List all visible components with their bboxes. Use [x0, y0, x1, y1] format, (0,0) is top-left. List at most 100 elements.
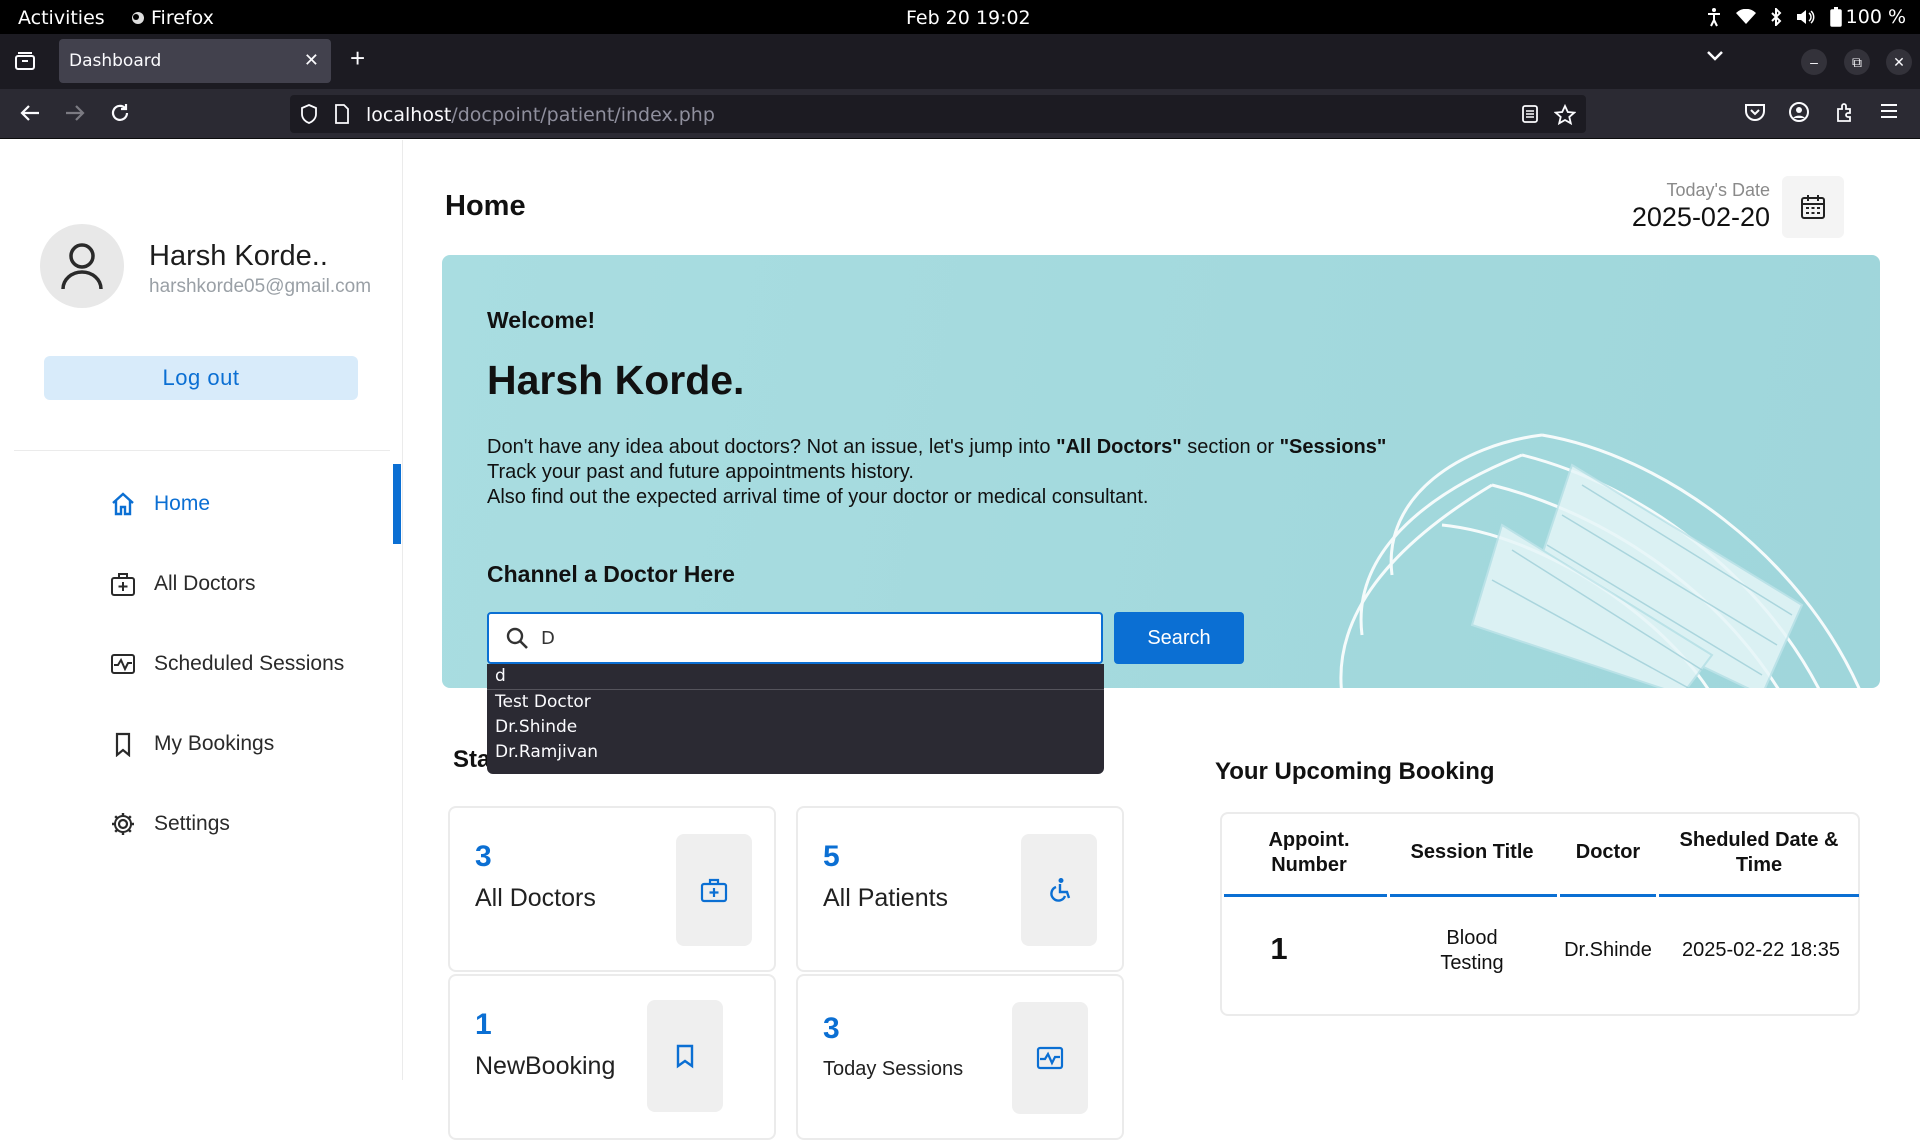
date-label: Today's Date [1666, 180, 1771, 200]
header-underline [1560, 894, 1656, 897]
sidebar-item-scheduled-sessions[interactable]: Scheduled Sessions [110, 649, 344, 679]
suggestion-item[interactable]: Dr.Shinde [487, 715, 1104, 740]
tab-dashboard[interactable]: Dashboard ✕ [59, 39, 331, 83]
stat-icon-box [1021, 834, 1097, 946]
sidebar-item-home[interactable]: Home [110, 489, 210, 519]
restore-button[interactable]: ⧉ [1844, 49, 1870, 75]
stat-value: 5 [823, 840, 840, 873]
sidebar-item-settings[interactable]: Settings [110, 809, 230, 839]
web-page: Harsh Korde.. harshkorde05@gmail.com Log… [0, 140, 1920, 1140]
sidebar-item-my-bookings[interactable]: My Bookings [110, 729, 274, 759]
search-icon [506, 627, 528, 649]
divider [14, 450, 390, 451]
app-menu[interactable]: Firefox [131, 7, 214, 29]
menu-icon[interactable] [1879, 101, 1899, 121]
firefox-view-icon[interactable] [14, 52, 36, 70]
wheelchair-icon [1050, 878, 1071, 902]
stat-card-today-sessions[interactable]: 3 Today Sessions [796, 974, 1124, 1140]
stat-label: Today Sessions [823, 1058, 964, 1080]
doctor-search-input[interactable]: D [487, 612, 1103, 664]
search-value: D [541, 628, 555, 649]
activities-button[interactable]: Activities [18, 7, 105, 29]
firefox-icon [132, 12, 144, 24]
reload-icon[interactable] [108, 101, 132, 125]
column-header: Doctor [1575, 841, 1641, 863]
battery-percent: 100 % [1845, 6, 1906, 28]
search-suggestions: d Test Doctor Dr.Shinde Dr.Ramjivan [487, 664, 1104, 774]
suggestion-item[interactable]: Dr.Ramjivan [487, 740, 1104, 765]
reader-view-icon[interactable] [1522, 104, 1538, 124]
sidebar-item-label: Scheduled Sessions [154, 652, 345, 675]
header-underline [1659, 894, 1859, 897]
url-bar[interactable]: localhost/docpoint/patient/index.php [290, 95, 1586, 133]
avatar [40, 224, 124, 308]
appointment-number: 1 [1270, 931, 1288, 966]
user-icon [61, 243, 103, 290]
sessions-icon [111, 654, 135, 674]
system-top-bar: Activities Firefox Feb 20 19:02 100 % [0, 0, 1920, 34]
date-value: 2025-02-20 [1631, 202, 1770, 232]
back-icon[interactable] [18, 101, 42, 125]
page-title: Home [445, 190, 526, 222]
stat-icon-box [676, 834, 752, 946]
stat-label: NewBooking [475, 1052, 616, 1080]
new-tab-button[interactable]: + [350, 45, 365, 71]
navigation-bar: localhost/docpoint/patient/index.php [0, 89, 1920, 139]
url-text[interactable]: localhost/docpoint/patient/index.php [366, 104, 715, 126]
close-window-button[interactable]: ✕ [1886, 49, 1912, 75]
tab-title: Dashboard [69, 51, 162, 71]
bookmark-star-icon[interactable] [1554, 104, 1576, 126]
sidebar-item-label: My Bookings [154, 732, 275, 755]
stat-value: 3 [475, 840, 492, 873]
stat-label: All Doctors [475, 884, 596, 912]
stat-icon-box [647, 1000, 723, 1112]
doctor-bag-icon [700, 878, 728, 903]
suggestion-item[interactable]: d [487, 664, 1104, 690]
system-tray[interactable]: 100 % [1706, 6, 1906, 28]
bluetooth-icon [1770, 8, 1782, 26]
logout-button[interactable]: Log out [44, 356, 358, 400]
suggestion-item[interactable]: Test Doctor [487, 690, 1104, 715]
pocket-icon[interactable] [1744, 101, 1766, 123]
stat-value: 3 [823, 1012, 840, 1045]
extensions-icon[interactable] [1834, 101, 1856, 123]
sidebar-item-label: Settings [154, 812, 230, 835]
banner-description: Don't have any idea about doctors? Not a… [487, 436, 1387, 508]
user-name: Harsh Korde.. [149, 240, 328, 272]
user-email: harshkorde05@gmail.com [149, 276, 372, 297]
app-name: Firefox [151, 7, 214, 29]
stat-card-all-doctors[interactable]: 3 All Doctors [448, 806, 776, 972]
forward-icon[interactable] [63, 101, 87, 125]
tab-strip: Dashboard ✕ + – ⧉ ✕ [0, 34, 1920, 89]
gear-icon [112, 813, 134, 835]
calendar-icon [1801, 195, 1825, 219]
header-underline [1390, 894, 1557, 897]
bookmark-icon [115, 732, 131, 757]
clock[interactable]: Feb 20 19:02 [906, 7, 1031, 29]
stat-card-all-patients[interactable]: 5 All Patients [796, 806, 1124, 972]
status-heading: Sta [453, 746, 491, 773]
account-icon[interactable] [1788, 101, 1810, 123]
search-button[interactable]: Search [1114, 612, 1244, 664]
column-header: Appoint. Number [1268, 829, 1350, 876]
minimize-button[interactable]: – [1801, 49, 1827, 75]
bookmark-icon [676, 1044, 694, 1069]
sidebar-item-all-doctors[interactable]: All Doctors [110, 569, 256, 599]
stat-card-new-booking[interactable]: 1 NewBooking [448, 974, 776, 1140]
home-icon [112, 492, 134, 516]
wifi-icon [1735, 9, 1756, 24]
close-tab-icon[interactable]: ✕ [304, 50, 319, 71]
welcome-text: Welcome! [487, 307, 596, 333]
chevron-down-icon[interactable] [1706, 50, 1724, 62]
sidebar-item-label: Home [154, 492, 211, 515]
scheduled-datetime: 2025-02-22 18:35 [1682, 939, 1840, 961]
page-icon[interactable] [334, 104, 350, 124]
active-indicator [393, 464, 401, 544]
accessibility-icon [1707, 8, 1720, 27]
doctor-name: Dr.Shinde [1564, 939, 1652, 961]
shield-icon[interactable] [300, 104, 318, 124]
calendar-button[interactable] [1782, 176, 1844, 238]
main-content: Home Today's Date 2025-02-20 Welcome! Ha… [403, 140, 1920, 1140]
stat-label: All Patients [823, 884, 949, 912]
sidebar: Harsh Korde.. harshkorde05@gmail.com Log… [0, 140, 403, 1080]
